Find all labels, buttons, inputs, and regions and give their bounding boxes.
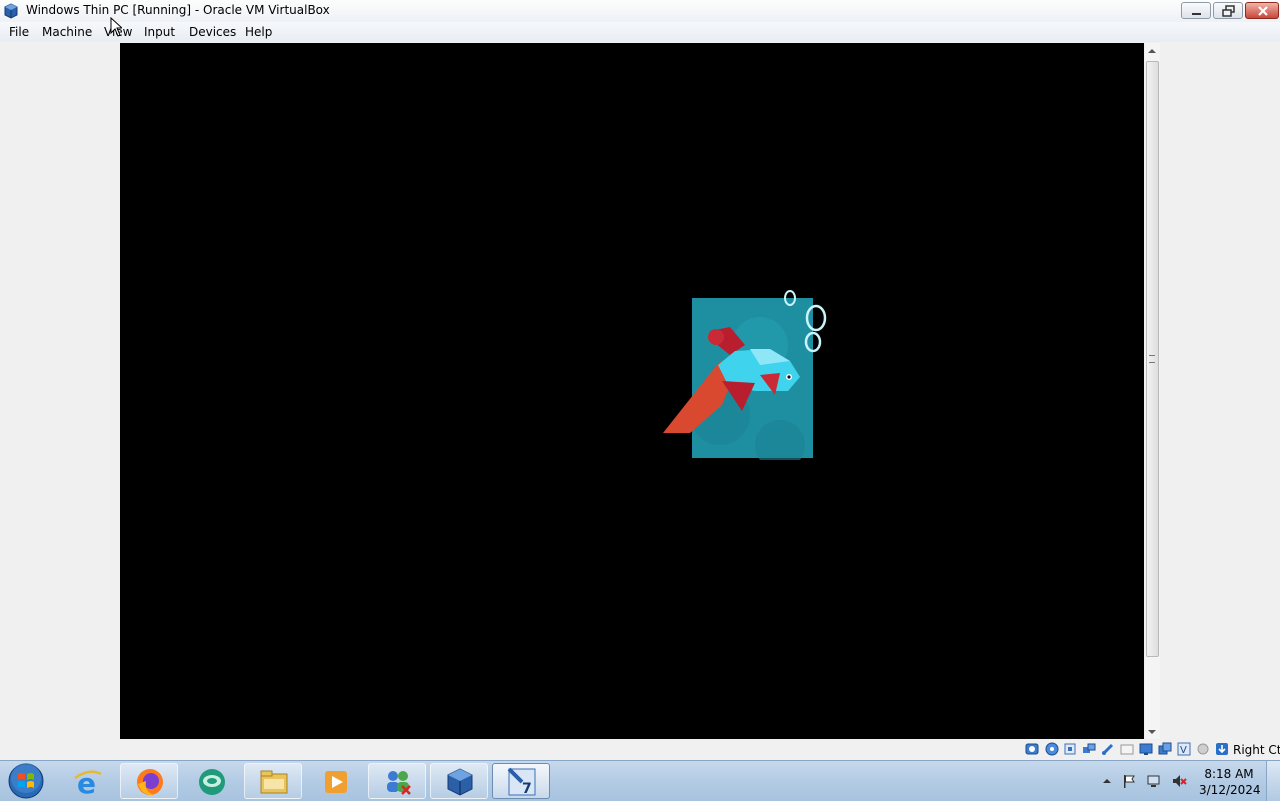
menu-file[interactable]: File: [9, 25, 29, 39]
chat-app-icon: [199, 769, 225, 795]
optical-drive-icon[interactable]: [1045, 742, 1059, 756]
taskbar-virtualbox-button[interactable]: [430, 763, 488, 799]
window-title: Windows Thin PC [Running] - Oracle VM Vi…: [26, 3, 330, 17]
menu-help[interactable]: Help: [245, 25, 272, 39]
svg-text:7: 7: [522, 781, 532, 797]
taskbar-chat-button[interactable]: [182, 763, 240, 799]
vm-display[interactable]: [120, 43, 1144, 739]
clock-time: 8:18 AM: [1204, 767, 1254, 781]
restore-button[interactable]: [1213, 2, 1243, 19]
minimize-icon: [1192, 13, 1201, 15]
shared-folders-icon[interactable]: [1120, 742, 1134, 756]
menu-bar: File Machine View Input Devices Help: [0, 22, 1280, 42]
network-disconnected-icon[interactable]: [1146, 773, 1162, 789]
virtualbox-manager-icon: [447, 768, 473, 796]
keyboard-icon[interactable]: [1215, 742, 1229, 756]
show-hidden-icons-arrow[interactable]: [1099, 773, 1115, 789]
restore-icon: [1222, 5, 1235, 17]
network-icon[interactable]: [1082, 742, 1096, 756]
menu-devices[interactable]: Devices: [189, 25, 236, 39]
mouse-integration-icon[interactable]: [1196, 742, 1210, 756]
taskbar-ie-button[interactable]: e: [58, 763, 116, 799]
taskbar-firefox-button[interactable]: [120, 763, 178, 799]
minimize-button[interactable]: [1181, 2, 1211, 19]
video-capture-icon[interactable]: [1158, 742, 1172, 756]
firefox-icon: [137, 769, 163, 796]
show-desktop-button[interactable]: [1266, 761, 1280, 801]
host-key-label: Right Ctrl: [1233, 743, 1280, 757]
title-bar: Windows Thin PC [Running] - Oracle VM Vi…: [0, 0, 1280, 23]
vm-status-bar: V Right Ctrl: [0, 739, 1280, 760]
system-clock[interactable]: 8:18 AM 3/12/2024: [1199, 766, 1261, 798]
virtualbox-icon: [4, 3, 18, 19]
scroll-up-arrow-icon[interactable]: [1148, 49, 1156, 53]
file-explorer-icon: [260, 770, 288, 794]
taskbar-users-button[interactable]: [368, 763, 426, 799]
action-center-flag-icon[interactable]: [1121, 773, 1137, 789]
display-icon[interactable]: [1139, 742, 1153, 756]
taskbar-vm-window-button[interactable]: 7: [492, 763, 550, 799]
scroll-grip-icon: [1149, 355, 1155, 363]
windows-start-orb[interactable]: [4, 762, 48, 800]
mouse-cursor-icon: [110, 17, 122, 37]
internet-explorer-icon: e: [74, 767, 102, 798]
clock-date: 3/12/2024: [1199, 783, 1261, 797]
betta-fish-splash-image: [663, 290, 827, 460]
taskbar-explorer-button[interactable]: [244, 763, 302, 799]
virtualization-icon[interactable]: V: [1177, 742, 1191, 756]
svg-text:V: V: [1180, 745, 1187, 756]
usb-icon[interactable]: [1101, 742, 1115, 756]
close-icon: [1258, 6, 1268, 16]
menu-input[interactable]: Input: [144, 25, 175, 39]
hard-disk-icon[interactable]: [1025, 742, 1039, 756]
users-icon: [387, 771, 411, 795]
audio-icon[interactable]: [1063, 742, 1077, 756]
menu-machine[interactable]: Machine: [42, 25, 92, 39]
close-button[interactable]: [1245, 2, 1279, 19]
scroll-down-arrow-icon[interactable]: [1148, 730, 1156, 734]
taskbar-media-button[interactable]: [306, 763, 364, 799]
media-player-icon: [325, 771, 347, 793]
virtualbox-vm-windows7-icon: 7: [507, 767, 536, 797]
volume-muted-icon[interactable]: [1171, 773, 1187, 789]
vertical-scrollbar[interactable]: [1145, 43, 1160, 739]
taskbar: e 7 8:18 AM 3/12/2024: [0, 760, 1280, 801]
